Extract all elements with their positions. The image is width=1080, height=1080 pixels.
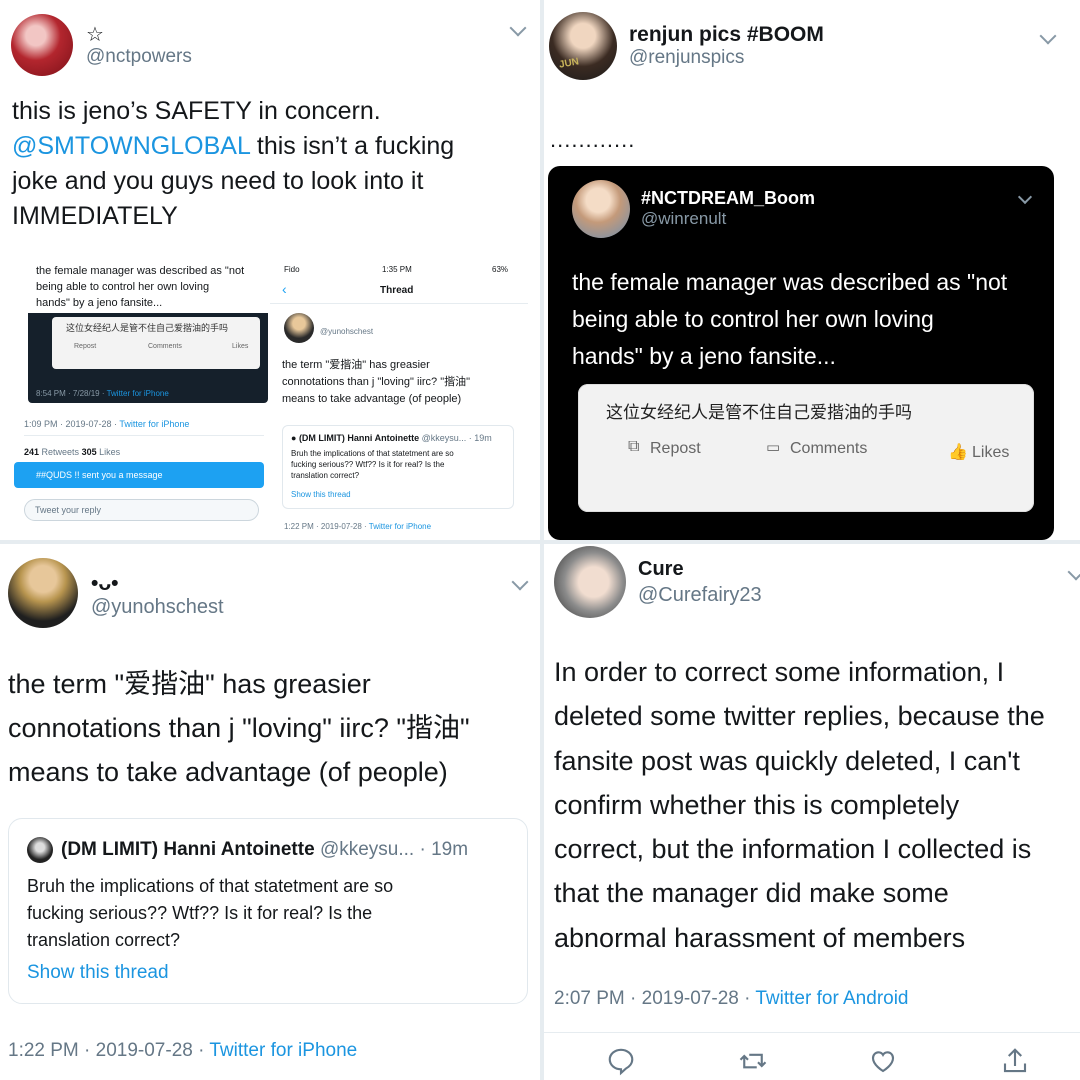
user-handle[interactable]: @nctpowers	[86, 46, 192, 68]
display-name[interactable]: renjun pics #BOOM	[629, 23, 824, 47]
comment-icon: ▭	[766, 439, 781, 456]
dm-notification-bar[interactable]: ##QUDS !! sent you a message	[14, 462, 264, 488]
display-name[interactable]: •ᴗ•	[91, 572, 119, 596]
weibo-screenshot: 这位女经纪人是管不住自己爱揩油的手吗 Repost Comments Likes	[52, 317, 260, 369]
reply-input[interactable]: Tweet your reply	[24, 499, 259, 521]
like-heart-icon[interactable]	[868, 1046, 898, 1076]
repost-label: Repost	[74, 343, 97, 350]
tweet-text: this is jeno’s SAFETY in concern. @SMTOW…	[12, 97, 455, 230]
tweet-meta: 1:22 PM · 2019-07-28 · Twitter for iPhon…	[284, 522, 432, 531]
chevron-down-icon[interactable]	[1039, 27, 1057, 45]
chevron-down-icon[interactable]	[509, 19, 527, 37]
weibo-screenshot: 这位女经纪人是管不住自己爱揩油的手吗 ⧉ Repost ▭ Comments 👍…	[578, 384, 1034, 512]
tweet-text: In order to correct some information, I …	[554, 657, 1045, 953]
avatar[interactable]	[27, 837, 53, 863]
likes-label: Likes	[232, 343, 249, 350]
chevron-down-icon[interactable]	[1067, 563, 1080, 581]
source-link[interactable]: Twitter for iPhone	[209, 1040, 357, 1061]
show-thread-link[interactable]: Show this thread	[27, 962, 169, 984]
embedded-screenshot-left[interactable]: the female manager was described as "not…	[12, 263, 268, 540]
status-battery: 63%	[492, 265, 509, 274]
avatar[interactable]	[572, 180, 630, 238]
tweet-curefairy23: Cure @Curefairy23 In order to correct so…	[544, 544, 1080, 1080]
tweet-meta: 2:07 PM · 2019-07-28 · Twitter for Andro…	[554, 988, 909, 1009]
tweet-meta: 1:09 PM · 2019-07-28 · Twitter for iPhon…	[24, 419, 190, 429]
quoted-user-handle[interactable]: @winrenult	[641, 209, 726, 229]
display-name[interactable]: Cure	[638, 558, 684, 581]
tweet-nctpowers: ☆ @nctpowers this is jeno’s SAFETY in co…	[0, 0, 540, 540]
engagement-stats: 241 Retweets 305 Likes	[24, 447, 121, 457]
embedded-screenshot-right[interactable]: Fido 1:35 PM 63% ‹ Thread @yunohschest t…	[270, 263, 528, 540]
user-handle[interactable]: @Curefairy23	[638, 584, 762, 607]
display-name[interactable]: ☆	[86, 22, 104, 47]
user-handle[interactable]: @yunohschest	[91, 596, 224, 619]
tweet-meta: 1:22 PM · 2019-07-28 · Twitter for iPhon…	[8, 1040, 358, 1061]
share-icon[interactable]	[1000, 1046, 1030, 1076]
user-handle[interactable]: @renjunspics	[629, 47, 744, 69]
quoted-tweet[interactable]: ● (DM LIMIT) Hanni Antoinette @kkeysu...…	[282, 425, 514, 509]
dark-tweet-card: the female manager was described as "not…	[28, 263, 268, 403]
quoted-display-name[interactable]: (DM LIMIT) Hanni Antoinette	[61, 839, 315, 860]
avatar[interactable]	[554, 546, 626, 618]
status-clock: 1:35 PM	[382, 265, 412, 274]
reply-icon[interactable]	[606, 1046, 636, 1076]
avatar[interactable]	[8, 558, 78, 628]
avatar[interactable]: JUN	[549, 12, 617, 80]
quoted-display-name[interactable]: #NCTDREAM_Boom	[641, 188, 815, 209]
quoted-tweet[interactable]: (DM LIMIT) Hanni Antoinette @kkeysu... ·…	[8, 818, 528, 1004]
retweet-icon[interactable]	[738, 1046, 768, 1076]
chevron-down-icon[interactable]	[511, 573, 529, 591]
tweet-renjunspics: JUN renjun pics #BOOM @renjunspics .....…	[544, 0, 1080, 540]
repost-icon: ⧉	[628, 438, 640, 455]
source-link[interactable]: Twitter for Android	[755, 988, 908, 1009]
thumbs-up-icon: 👍	[948, 444, 968, 461]
comments-label: Comments	[148, 343, 182, 350]
back-arrow-icon[interactable]: ‹	[282, 281, 287, 297]
show-thread-link[interactable]: Show this thread	[291, 490, 351, 499]
tweet-text: ............	[550, 127, 636, 152]
thread-header: Thread	[380, 285, 414, 296]
chevron-down-icon[interactable]	[1017, 189, 1033, 205]
quoted-handle[interactable]: @kkeysu... · 19m	[320, 839, 468, 860]
quoted-dark-tweet[interactable]: #NCTDREAM_Boom @winrenult the female man…	[548, 166, 1054, 540]
tweet-yunohschest: •ᴗ• @yunohschest the term "爱揩油" has grea…	[0, 544, 540, 1080]
status-carrier: Fido	[284, 265, 300, 274]
tweet-text: the term "爱揩油" has greasier connotations…	[8, 669, 470, 787]
avatar[interactable]	[284, 313, 314, 343]
mention-link[interactable]: @SMTOWNGLOBAL	[12, 132, 250, 160]
avatar[interactable]	[11, 14, 73, 76]
action-divider	[544, 1032, 1080, 1033]
